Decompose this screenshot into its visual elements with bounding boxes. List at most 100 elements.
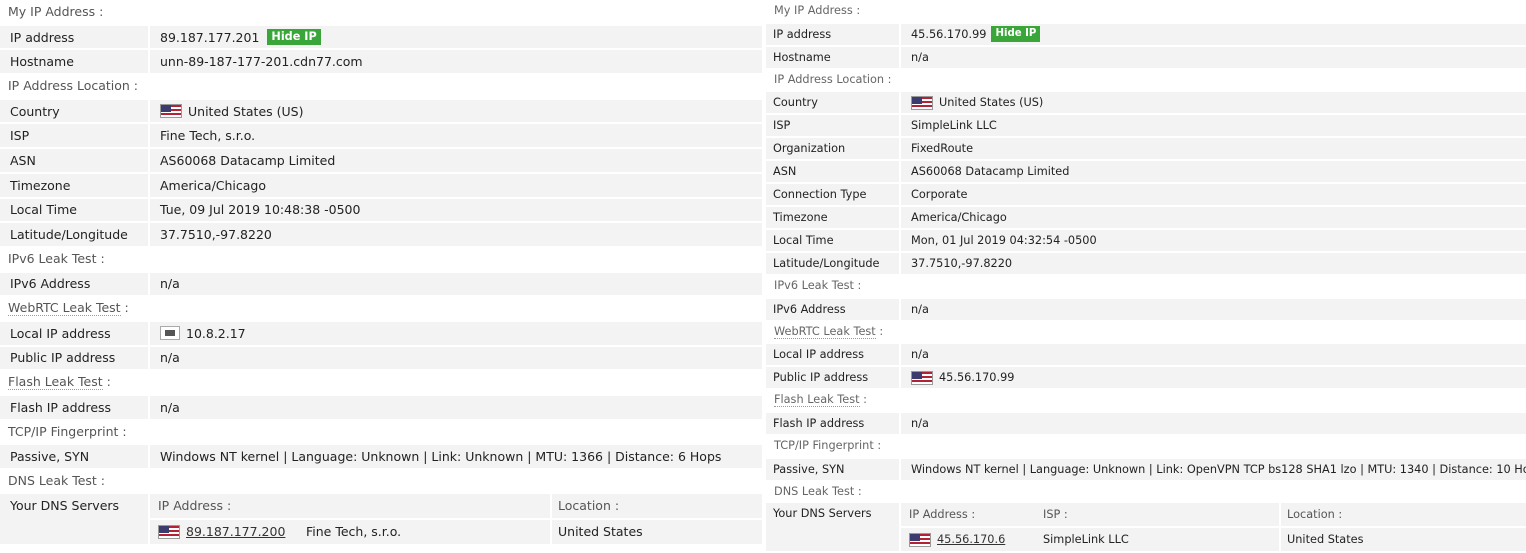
label: Country xyxy=(10,103,60,119)
value: AS60068 Datacamp Limited xyxy=(899,161,1526,183)
row-passive-syn: Passive, SYN Windows NT kernel | Languag… xyxy=(766,457,1526,481)
section-webrtc: WebRTC Leak Test : xyxy=(766,321,1526,344)
value: America/Chicago xyxy=(899,207,1526,229)
dns-header-ip: IP Address : xyxy=(150,493,550,518)
value: n/a xyxy=(148,346,762,370)
label: Organization xyxy=(773,142,846,156)
label: Latitude/Longitude xyxy=(773,257,880,271)
ip-value: 45.56.170.99 xyxy=(911,27,987,41)
value: n/a xyxy=(899,344,1526,366)
row-asn: ASN AS60068 Datacamp Limited xyxy=(0,148,762,173)
value: America/Chicago xyxy=(148,173,762,197)
value: SimpleLink LLC xyxy=(899,115,1526,137)
dns-ip-link[interactable]: 89.187.177.200 xyxy=(186,524,285,539)
webrtc-link[interactable]: WebRTC Leak Test xyxy=(8,300,121,317)
label: IP address xyxy=(773,27,832,41)
row-organization: Organization FixedRoute xyxy=(766,137,1526,161)
section-location: IP Address Location : xyxy=(774,72,892,86)
us-flag-icon xyxy=(158,524,180,539)
value: Corporate xyxy=(899,184,1526,206)
section-my-ip: My IP Address : xyxy=(8,4,104,19)
dns-header-location: Location : xyxy=(552,493,762,518)
row-connection-type: Connection Type Corporate xyxy=(766,183,1526,207)
label: Hostname xyxy=(10,54,74,70)
value: Fine Tech, s.r.o. xyxy=(148,124,762,148)
value: 37.7510,-97.8220 xyxy=(899,253,1526,275)
section-location: IP Address Location : xyxy=(8,78,139,94)
dns-isp: Fine Tech, s.r.o. xyxy=(298,519,550,544)
label: Local Time xyxy=(773,234,834,248)
colon: : xyxy=(102,374,111,390)
dns-table: Your DNS Servers IP Address : Location :… xyxy=(0,493,762,544)
row-local-ip: Local IP address n/a xyxy=(766,343,1526,367)
value: n/a xyxy=(899,412,1526,434)
value: 37.7510,-97.8220 xyxy=(148,223,762,246)
colon: : xyxy=(875,324,884,338)
label: Timezone xyxy=(10,177,71,193)
label: Latitude/Longitude xyxy=(10,227,128,243)
webrtc-link[interactable]: WebRTC Leak Test xyxy=(774,324,876,339)
us-flag-icon xyxy=(909,532,931,547)
dns-header-location: Location : xyxy=(1281,503,1526,527)
value: FixedRoute xyxy=(899,138,1526,160)
value: n/a xyxy=(148,272,762,296)
value: Tue, 09 Jul 2019 10:48:38 -0500 xyxy=(148,198,762,222)
flash-link[interactable]: Flash Leak Test xyxy=(774,393,860,408)
value: United States (US) xyxy=(939,96,1044,110)
value: United States (US) xyxy=(188,103,304,119)
label: Public IP address xyxy=(10,350,116,366)
label: Flash IP address xyxy=(773,416,865,430)
row-asn: ASN AS60068 Datacamp Limited xyxy=(766,160,1526,184)
value: n/a xyxy=(899,298,1526,320)
value: 45.56.170.99 xyxy=(939,371,1015,385)
row-flash-ip: Flash IP address n/a xyxy=(0,395,762,420)
row-ipv6-address: IPv6 Address n/a xyxy=(0,271,762,297)
label: ISP xyxy=(10,128,30,144)
label: IPv6 Address xyxy=(773,302,846,316)
section-ipv6: IPv6 Leak Test : xyxy=(774,279,862,293)
dns-label: Your DNS Servers xyxy=(0,493,148,544)
label: Local IP address xyxy=(10,325,111,341)
row-timezone: Timezone America/Chicago xyxy=(766,206,1526,230)
ip-value: 89.187.177.201 xyxy=(160,29,260,45)
us-flag-icon xyxy=(911,370,933,385)
value: Windows NT kernel | Language: Unknown | … xyxy=(148,445,762,469)
dns-row: 89.187.177.200 Fine Tech, s.r.o. United … xyxy=(150,519,762,544)
dns-location: United States xyxy=(1281,528,1526,552)
row-ip-address: IP address 89.187.177.201 Hide IP xyxy=(0,24,762,50)
value: n/a xyxy=(899,46,1526,68)
us-flag-icon xyxy=(160,104,182,119)
label: IP address xyxy=(10,29,75,45)
value: AS60068 Datacamp Limited xyxy=(148,149,762,172)
row-public-ip: Public IP address n/a xyxy=(0,345,762,371)
lan-icon xyxy=(160,326,180,341)
label: Flash IP address xyxy=(10,399,112,415)
label: IPv6 Address xyxy=(10,276,91,292)
row-public-ip: Public IP address 45.56.170.99 xyxy=(766,366,1526,390)
value: n/a xyxy=(148,396,762,419)
row-passive-syn: Passive, SYN Windows NT kernel | Languag… xyxy=(0,444,762,470)
label: Passive, SYN xyxy=(10,449,90,465)
row-isp: ISP Fine Tech, s.r.o. xyxy=(0,123,762,149)
row-ip-address: IP address 45.56.170.99 Hide IP xyxy=(766,22,1526,46)
label: Hostname xyxy=(773,50,831,64)
dns-isp: SimpleLink LLC xyxy=(1039,528,1279,552)
row-hostname: Hostname n/a xyxy=(766,45,1526,69)
row-timezone: Timezone America/Chicago xyxy=(0,172,762,198)
dns-row: 45.56.170.6 SimpleLink LLC United States xyxy=(901,528,1526,552)
section-ipv6: IPv6 Leak Test : xyxy=(8,250,105,266)
hide-ip-button[interactable]: Hide IP xyxy=(267,28,321,46)
row-ipv6-address: IPv6 Address n/a xyxy=(766,297,1526,321)
label: Local IP address xyxy=(773,348,864,362)
section-flash: Flash Leak Test : xyxy=(0,370,762,395)
section-my-ip: My IP Address : xyxy=(774,4,861,17)
dns-header-isp: ISP : xyxy=(1039,503,1279,527)
section-tcpip: TCP/IP Fingerprint : xyxy=(8,423,127,439)
us-flag-icon xyxy=(911,95,933,110)
flash-link[interactable]: Flash Leak Test xyxy=(8,374,103,391)
colon: : xyxy=(120,300,129,316)
hide-ip-button[interactable]: Hide IP xyxy=(991,26,1041,42)
dns-ip-link[interactable]: 45.56.170.6 xyxy=(937,533,1005,546)
section-webrtc: WebRTC Leak Test : xyxy=(0,296,762,321)
section-dns: DNS Leak Test : xyxy=(774,484,862,498)
